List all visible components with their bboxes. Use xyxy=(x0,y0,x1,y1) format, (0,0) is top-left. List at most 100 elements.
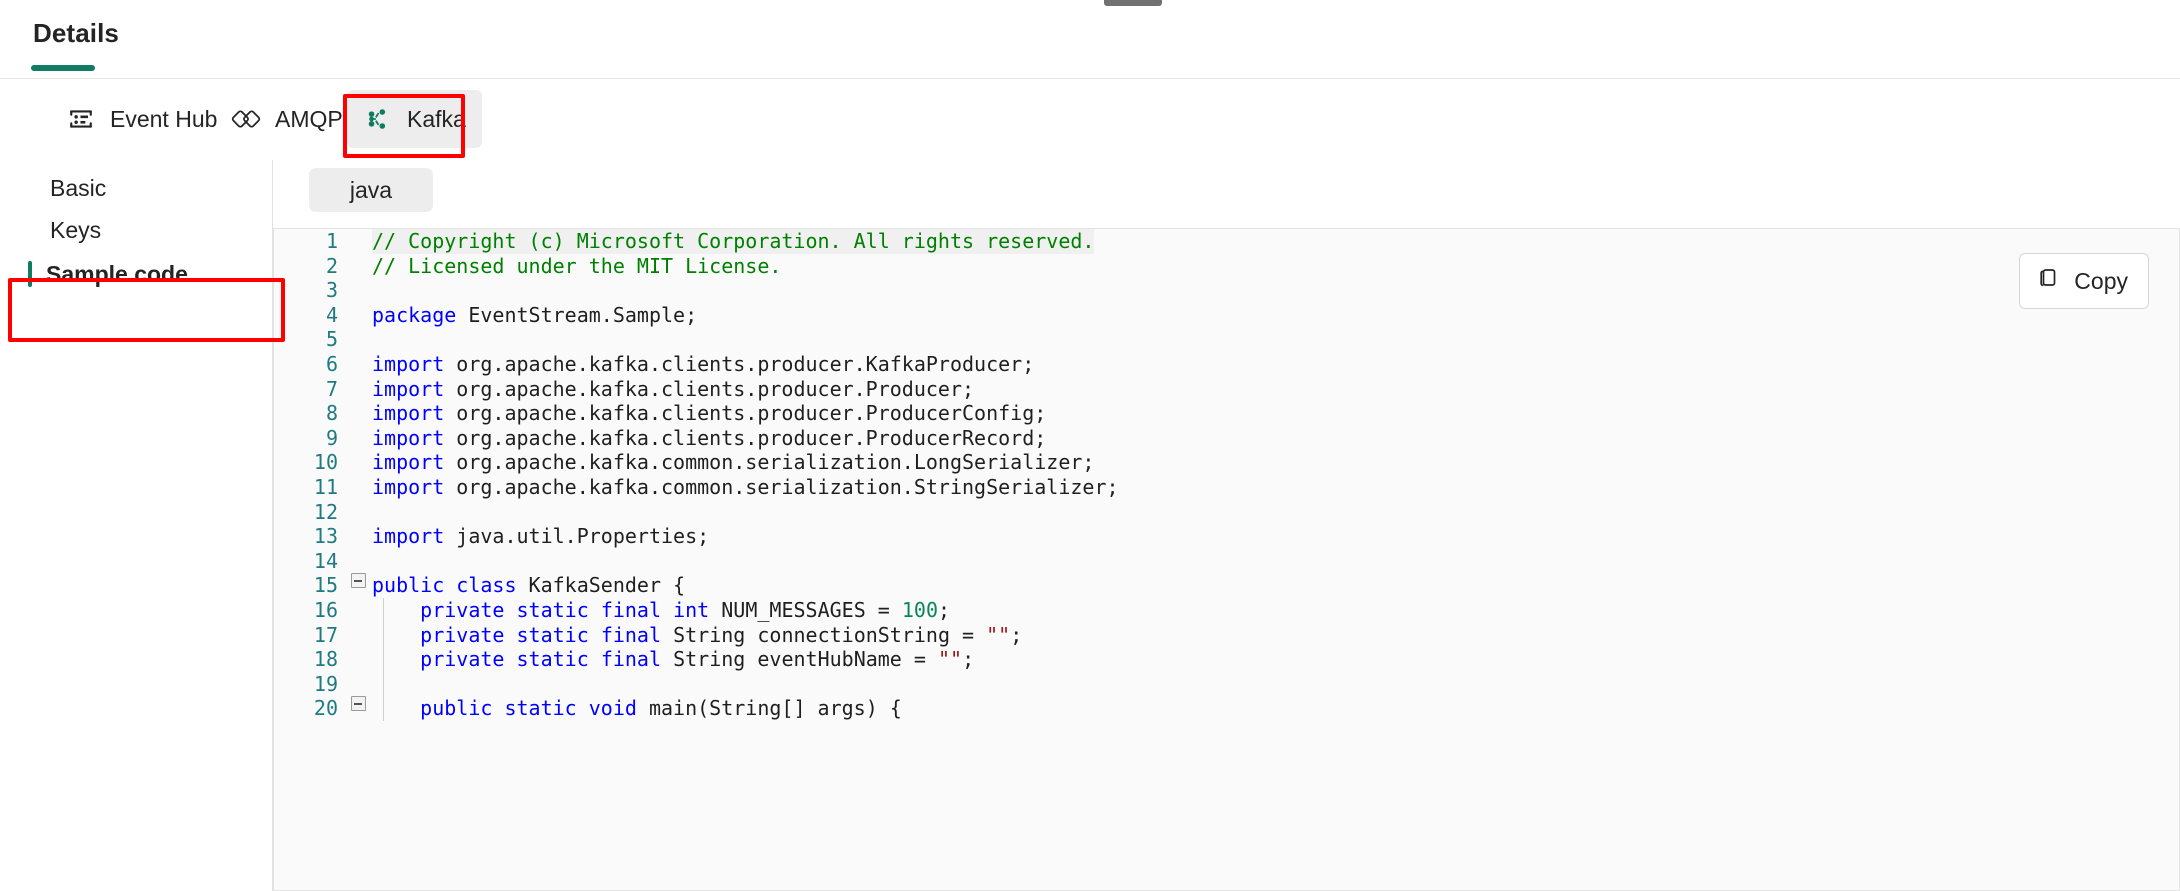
code-token: package xyxy=(372,302,457,327)
code-tokens: import org.apache.kafka.clients.producer… xyxy=(372,377,974,402)
code-token: import xyxy=(372,474,445,499)
code-line: 11 import org.apache.kafka.common.seriali… xyxy=(274,475,2179,500)
code-line: 15 public class KafkaSender { xyxy=(274,573,2179,598)
code-token: org.apache.kafka.clients.producer.Produc… xyxy=(444,425,1047,450)
line-number: 13 xyxy=(313,524,338,549)
app-root: Details Event Hub AMQP Kafka Basic Keys … xyxy=(0,0,2180,891)
code-token: import xyxy=(372,425,445,450)
tab-details-indicator xyxy=(31,65,95,71)
code-tokens: import org.apache.kafka.common.serializa… xyxy=(372,450,1094,475)
code-token: static xyxy=(516,647,589,672)
code-token: java.util.Properties; xyxy=(444,524,710,549)
details-sidebar: Basic Keys Sample code xyxy=(0,160,272,891)
code-text xyxy=(372,327,2179,352)
pivot-kafka-label: Kafka xyxy=(407,105,466,132)
code-tokens: import org.apache.kafka.clients.producer… xyxy=(372,401,1046,426)
pivot-amqp[interactable]: AMQP xyxy=(215,90,359,148)
line-number: 20 xyxy=(313,696,338,721)
language-tab-java[interactable]: java xyxy=(309,168,433,212)
pivot-kafka[interactable]: Kafka xyxy=(347,90,482,148)
code-tokens: public static void main(String[] args) { xyxy=(372,696,902,721)
fold-collapse-icon[interactable] xyxy=(344,696,372,712)
pivot-amqp-label: AMQP xyxy=(275,105,343,132)
sidebar-item-sample-code[interactable]: Sample code xyxy=(0,246,272,302)
code-line: 7 import org.apache.kafka.clients.produce… xyxy=(274,377,2179,402)
indent-guide xyxy=(383,597,384,623)
line-number: 5 xyxy=(325,327,338,352)
code-text xyxy=(372,671,2179,697)
code-text: import org.apache.kafka.common.serializa… xyxy=(372,475,2179,500)
line-number: 12 xyxy=(313,499,338,524)
fold-collapse-icon[interactable] xyxy=(344,573,372,589)
code-token: ; xyxy=(1010,622,1023,647)
code-line: 16 private static final int NUM_MESSAGES… xyxy=(274,597,2179,623)
window-drag-handle[interactable] xyxy=(1104,0,1162,6)
code-token: org.apache.kafka.clients.producer.Produc… xyxy=(444,401,1047,426)
sample-code-pane: java Copy 1 // Copyright (c) Microsoft Co… xyxy=(273,160,2180,891)
line-number: 7 xyxy=(325,376,338,401)
code-line: 19 xyxy=(274,671,2179,697)
code-token: // Copyright (c) Microsoft Corporation. … xyxy=(372,229,1095,253)
code-token: public xyxy=(420,696,493,721)
code-text: // Copyright (c) Microsoft Corporation. … xyxy=(372,229,2179,254)
copy-button-label: Copy xyxy=(2074,267,2128,294)
line-number: 1 xyxy=(325,229,338,253)
selection-indicator xyxy=(28,175,32,201)
kafka-icon xyxy=(363,104,393,134)
code-tokens: private static final String eventHubName… xyxy=(372,647,974,672)
code-line: 17 private static final String connectio… xyxy=(274,622,2179,648)
code-text: public class KafkaSender { xyxy=(372,573,2179,598)
code-token: 100 xyxy=(901,597,938,622)
code-text: private static final String eventHubName… xyxy=(372,647,2179,672)
indent-guide xyxy=(383,671,384,697)
code-tokens xyxy=(372,278,384,303)
line-number: 8 xyxy=(325,401,338,426)
code-token: // Licensed under the MIT License. xyxy=(372,253,782,278)
code-text: private static final String connectionSt… xyxy=(372,622,2179,648)
sidebar-item-basic-label: Basic xyxy=(50,174,107,201)
code-line: 9 import org.apache.kafka.clients.produce… xyxy=(274,426,2179,451)
code-token: static xyxy=(516,622,589,647)
code-tokens xyxy=(372,549,384,574)
code-tokens: // Copyright (c) Microsoft Corporation. … xyxy=(372,229,1095,254)
code-tokens: import java.util.Properties; xyxy=(372,524,709,549)
code-token: int xyxy=(673,597,710,622)
code-viewer: Copy 1 // Copyright (c) Microsoft Corpora… xyxy=(273,228,2180,891)
code-token: "" xyxy=(986,622,1011,647)
code-text: import org.apache.kafka.clients.producer… xyxy=(372,352,2179,377)
code-line: 12 xyxy=(274,500,2179,525)
code-text: // Licensed under the MIT License. xyxy=(372,254,2179,279)
code-token: ; xyxy=(962,647,975,672)
line-number: 17 xyxy=(313,622,338,647)
line-number: 11 xyxy=(313,474,338,499)
code-scroll-area[interactable]: 1 // Copyright (c) Microsoft Corporation.… xyxy=(274,229,2179,890)
code-line: 13 import java.util.Properties; xyxy=(274,524,2179,549)
code-token: private xyxy=(420,647,505,672)
code-token: static xyxy=(504,696,577,721)
code-line: 3 xyxy=(274,278,2179,303)
tab-details[interactable]: Details xyxy=(33,18,119,49)
code-token: void xyxy=(588,696,637,721)
code-line: 18 private static final String eventHubN… xyxy=(274,647,2179,672)
code-text: import org.apache.kafka.clients.producer… xyxy=(372,426,2179,451)
selection-indicator xyxy=(28,217,32,243)
code-token: String connectionString = xyxy=(661,622,987,647)
code-text: import org.apache.kafka.clients.producer… xyxy=(372,377,2179,402)
code-token: org.apache.kafka.common.serialization.St… xyxy=(444,474,1119,499)
pivot-event-hub-label: Event Hub xyxy=(110,105,218,132)
code-token: org.apache.kafka.clients.producer.Produc… xyxy=(444,376,975,401)
copy-button[interactable]: Copy xyxy=(2019,253,2149,309)
code-line: 10 import org.apache.kafka.common.seriali… xyxy=(274,450,2179,475)
line-number: 3 xyxy=(325,278,338,303)
code-tokens: private static final int NUM_MESSAGES = … xyxy=(372,598,950,623)
pivot-event-hub[interactable]: Event Hub xyxy=(50,90,233,148)
line-number: 19 xyxy=(313,671,338,696)
